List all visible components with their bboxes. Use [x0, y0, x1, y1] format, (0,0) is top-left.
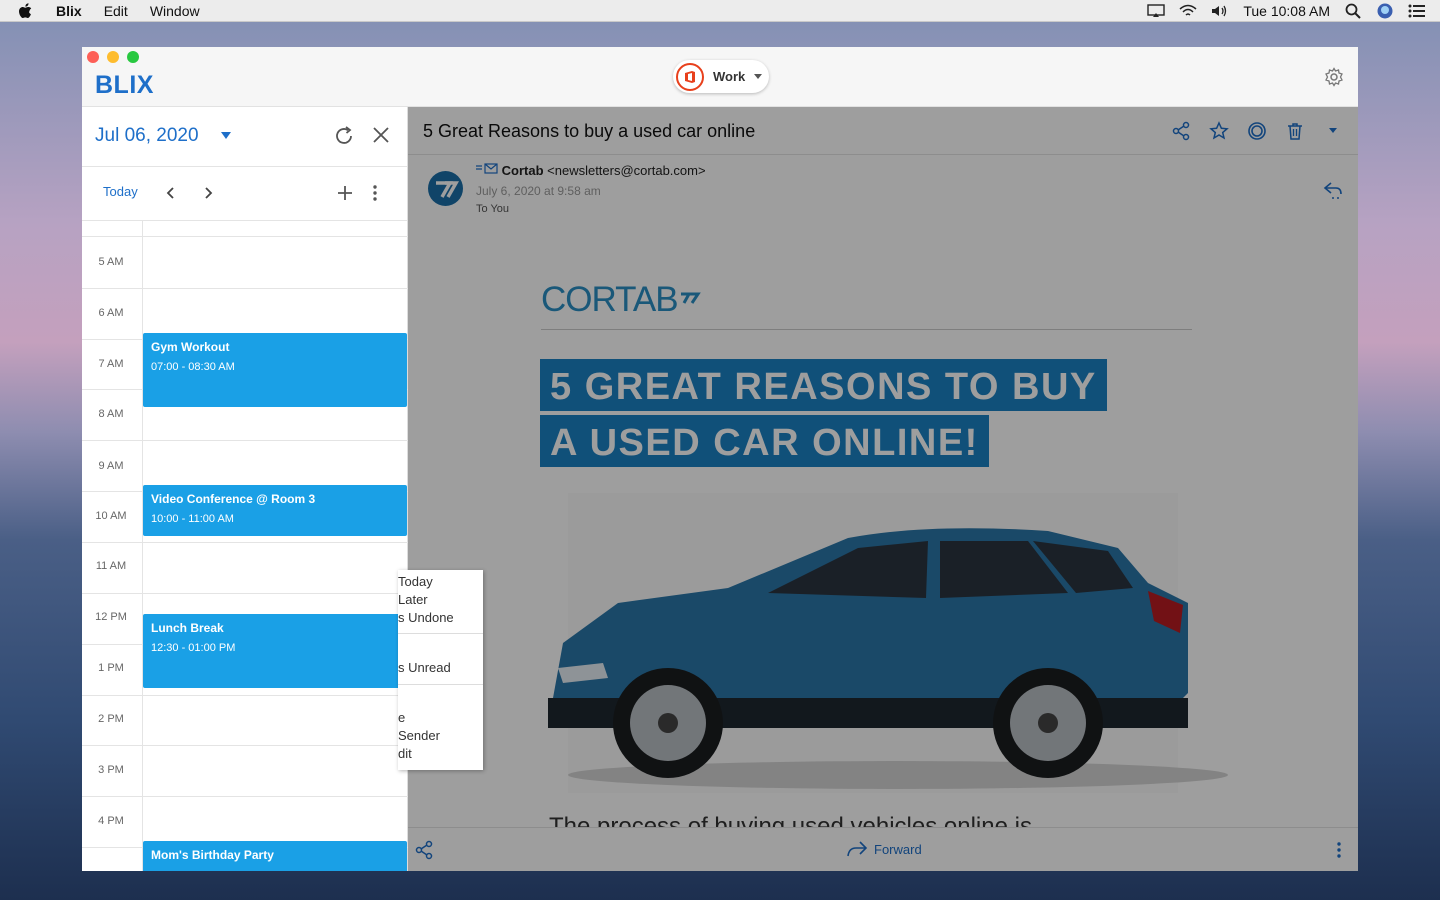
- menu-separator: [398, 633, 483, 634]
- account-switcher[interactable]: Work: [673, 60, 769, 93]
- calendar-toolbar: Today: [82, 167, 407, 221]
- volume-icon[interactable]: [1211, 3, 1229, 19]
- hour-label: 8 AM: [98, 408, 124, 420]
- hour-line: [82, 796, 408, 797]
- today-button[interactable]: Today: [103, 184, 138, 199]
- apple-icon[interactable]: [18, 2, 34, 19]
- calendar-event[interactable]: Lunch Break 12:30 - 01:00 PM: [143, 614, 407, 688]
- title-bar: BLIX Work: [82, 47, 1358, 107]
- hour-label: 3 PM: [98, 764, 124, 776]
- hour-line: [82, 745, 408, 746]
- event-time: 10:00 - 11:00 AM: [151, 513, 234, 525]
- event-title: Lunch Break: [151, 621, 224, 635]
- calendar-day-grid[interactable]: 5 AM 6 AM 7 AM 8 AM 9 AM 10 AM 11 AM 12 …: [82, 221, 408, 871]
- wifi-icon[interactable]: [1179, 3, 1197, 19]
- more-vertical-icon[interactable]: [372, 184, 378, 202]
- event-title: Video Conference @ Room 3: [151, 492, 316, 506]
- menu-separator: [398, 684, 483, 685]
- edit-menu[interactable]: Edit: [104, 3, 128, 19]
- airplay-icon[interactable]: [1147, 3, 1166, 19]
- hour-label: 10 AM: [95, 510, 127, 522]
- blix-logo: BLIX: [95, 71, 154, 99]
- window-menu[interactable]: Window: [150, 3, 200, 19]
- zoom-window-button[interactable]: [127, 51, 139, 63]
- context-menu-item[interactable]: s Undone: [398, 610, 454, 625]
- app-menu[interactable]: Blix: [56, 3, 82, 19]
- settings-gear-icon[interactable]: [1324, 67, 1344, 87]
- menubar-clock[interactable]: Tue 10:08 AM: [1243, 3, 1330, 19]
- hour-label: 1 PM: [98, 662, 124, 674]
- hour-label: 7 AM: [98, 358, 124, 370]
- refresh-icon[interactable]: [333, 125, 355, 147]
- hour-line: [82, 542, 408, 543]
- calendar-event[interactable]: Video Conference @ Room 3 10:00 - 11:00 …: [143, 485, 407, 536]
- menu-bar: Blix Edit Window Tue 10:08 AM: [0, 0, 1440, 22]
- email-reader: 5 Great Reasons to buy a used car online…: [398, 107, 1358, 871]
- hour-line: [82, 593, 408, 594]
- chevron-right-icon[interactable]: [200, 185, 216, 201]
- hour-line: [82, 288, 408, 289]
- hour-line: [82, 440, 408, 441]
- calendar-date[interactable]: Jul 06, 2020: [95, 125, 199, 147]
- hour-line: [82, 236, 408, 237]
- context-menu-item[interactable]: dit: [398, 746, 412, 761]
- context-menu-item[interactable]: Later: [398, 592, 428, 607]
- account-label: Work: [713, 69, 746, 84]
- date-dropdown-icon[interactable]: [221, 132, 231, 139]
- hour-label: 5 AM: [98, 256, 124, 268]
- close-window-button[interactable]: [87, 51, 99, 63]
- time-gutter-divider: [142, 221, 143, 871]
- office-icon: [676, 62, 704, 91]
- event-title: Mom's Birthday Party: [151, 848, 274, 862]
- calendar-event[interactable]: Mom's Birthday Party: [143, 841, 407, 871]
- hour-label: 9 AM: [98, 460, 124, 472]
- chevron-left-icon[interactable]: [163, 185, 179, 201]
- calendar-header: Jul 06, 2020: [82, 107, 407, 167]
- hour-label: 12 PM: [95, 611, 127, 623]
- modal-dim-overlay[interactable]: [408, 107, 1358, 871]
- spotlight-search-icon[interactable]: [1344, 3, 1362, 19]
- event-title: Gym Workout: [151, 340, 230, 354]
- calendar-event[interactable]: Gym Workout 07:00 - 08:30 AM: [143, 333, 407, 407]
- hour-label: 6 AM: [98, 307, 124, 319]
- minimize-window-button[interactable]: [107, 51, 119, 63]
- close-icon[interactable]: [371, 125, 391, 145]
- calendar-panel: Jul 06, 2020 Today 5 AM 6 AM 7 AM 8 AM 9…: [82, 107, 408, 871]
- event-time: 12:30 - 01:00 PM: [151, 642, 236, 654]
- hour-label: 4 PM: [98, 815, 124, 827]
- event-time: 07:00 - 08:30 AM: [151, 361, 235, 373]
- context-menu: Today Later s Undone s Unread e Sender d…: [398, 570, 483, 770]
- context-menu-item[interactable]: s Unread: [398, 660, 451, 675]
- context-menu-item[interactable]: Today: [398, 574, 433, 589]
- context-menu-item[interactable]: e: [398, 710, 405, 725]
- hour-label: 11 AM: [95, 560, 127, 572]
- notification-center-icon[interactable]: [1408, 3, 1426, 19]
- hour-line: [82, 695, 408, 696]
- add-event-icon[interactable]: [336, 184, 354, 202]
- blix-window: BLIX Work Jul 06, 2020 Today 5 AM 6 AM 7…: [82, 47, 1358, 871]
- hour-label: 2 PM: [98, 713, 124, 725]
- siri-icon[interactable]: [1376, 3, 1394, 19]
- context-menu-item[interactable]: Sender: [398, 728, 440, 743]
- chevron-down-icon: [754, 74, 763, 79]
